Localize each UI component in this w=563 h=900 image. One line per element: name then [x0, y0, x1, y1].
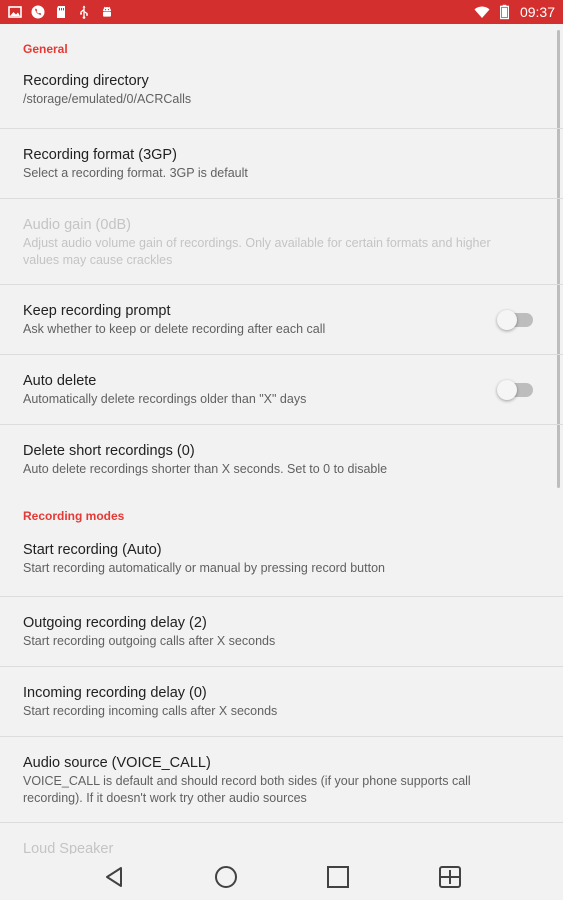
pref-recording-directory[interactable]: Recording directory /storage/emulated/0/… — [0, 72, 563, 129]
pref-title: Delete short recordings (0) — [23, 443, 195, 459]
phone-circle-icon — [31, 5, 45, 19]
android-icon — [103, 6, 111, 17]
image-icon — [8, 6, 22, 18]
pref-title: Recording format (3GP) — [23, 147, 177, 163]
auto-delete-toggle[interactable] — [497, 379, 533, 400]
pref-title: Keep recording prompt — [23, 303, 171, 319]
pref-recording-format[interactable]: Recording format (3GP) Select a recordin… — [0, 129, 563, 199]
system-icons: 09:37 — [473, 4, 555, 20]
pref-title: Start recording (Auto) — [23, 542, 162, 558]
pref-summary: Start recording outgoing calls after X s… — [23, 634, 276, 648]
pref-summary: Start recording incoming calls after X s… — [23, 704, 278, 718]
keep-recording-prompt-toggle[interactable] — [497, 309, 533, 330]
settings-list[interactable]: General Recording directory /storage/emu… — [0, 24, 563, 854]
split-screen-button[interactable] — [394, 854, 506, 900]
pref-summary: Automatically delete recordings older th… — [23, 392, 307, 406]
pref-summary: Adjust audio volume gain of recordings. … — [23, 236, 491, 267]
pref-keep-recording-prompt[interactable]: Keep recording prompt Ask whether to kee… — [0, 285, 563, 355]
status-bar: 09:37 — [0, 0, 563, 24]
notification-icons — [8, 5, 114, 19]
battery-icon — [499, 4, 509, 20]
pref-outgoing-recording-delay[interactable]: Outgoing recording delay (2) Start recor… — [0, 597, 563, 667]
pref-title: Audio source (VOICE_CALL) — [23, 755, 211, 771]
pref-title: Loud Speaker — [23, 841, 114, 854]
pref-loud-speaker: Loud Speaker — [0, 823, 563, 854]
pref-summary: Select a recording format. 3GP is defaul… — [23, 166, 248, 180]
pref-summary: VOICE_CALL is default and should record … — [23, 774, 471, 805]
pref-audio-source[interactable]: Audio source (VOICE_CALL) VOICE_CALL is … — [0, 737, 563, 823]
home-icon — [214, 866, 237, 888]
pref-audio-gain: Audio gain (0dB) Adjust audio volume gai… — [0, 199, 563, 285]
toggle-knob — [497, 309, 517, 330]
pref-auto-delete[interactable]: Auto delete Automatically delete recordi… — [0, 355, 563, 425]
back-button[interactable] — [58, 854, 170, 900]
navigation-bar — [0, 854, 563, 900]
pref-title: Recording directory — [23, 73, 149, 89]
pref-delete-short-recordings[interactable]: Delete short recordings (0) Auto delete … — [0, 425, 563, 495]
pref-title: Incoming recording delay (0) — [23, 685, 207, 701]
toggle-knob — [497, 379, 517, 400]
pref-title: Auto delete — [23, 373, 97, 389]
recents-icon — [326, 866, 349, 888]
pref-title: Outgoing recording delay (2) — [23, 615, 207, 631]
clock: 09:37 — [519, 4, 555, 20]
pref-start-recording[interactable]: Start recording (Auto) Start recording a… — [0, 537, 563, 597]
usb-icon — [80, 5, 88, 19]
pref-incoming-recording-delay[interactable]: Incoming recording delay (0) Start recor… — [0, 667, 563, 737]
pref-summary: Start recording automatically or manual … — [23, 561, 385, 575]
home-button[interactable] — [170, 854, 282, 900]
pref-title: Audio gain (0dB) — [23, 217, 132, 233]
pref-summary: Ask whether to keep or delete recording … — [23, 322, 326, 336]
pref-summary: /storage/emulated/0/ACRCalls — [23, 92, 192, 106]
recents-button[interactable] — [282, 854, 394, 900]
section-header-recording-modes: Recording modes — [23, 509, 125, 523]
sd-card-icon — [57, 6, 65, 18]
pref-summary: Auto delete recordings shorter than X se… — [23, 462, 388, 476]
back-icon — [105, 867, 122, 887]
wifi-icon — [474, 6, 490, 18]
split-screen-icon — [438, 866, 461, 888]
section-header-general: General — [23, 42, 68, 56]
